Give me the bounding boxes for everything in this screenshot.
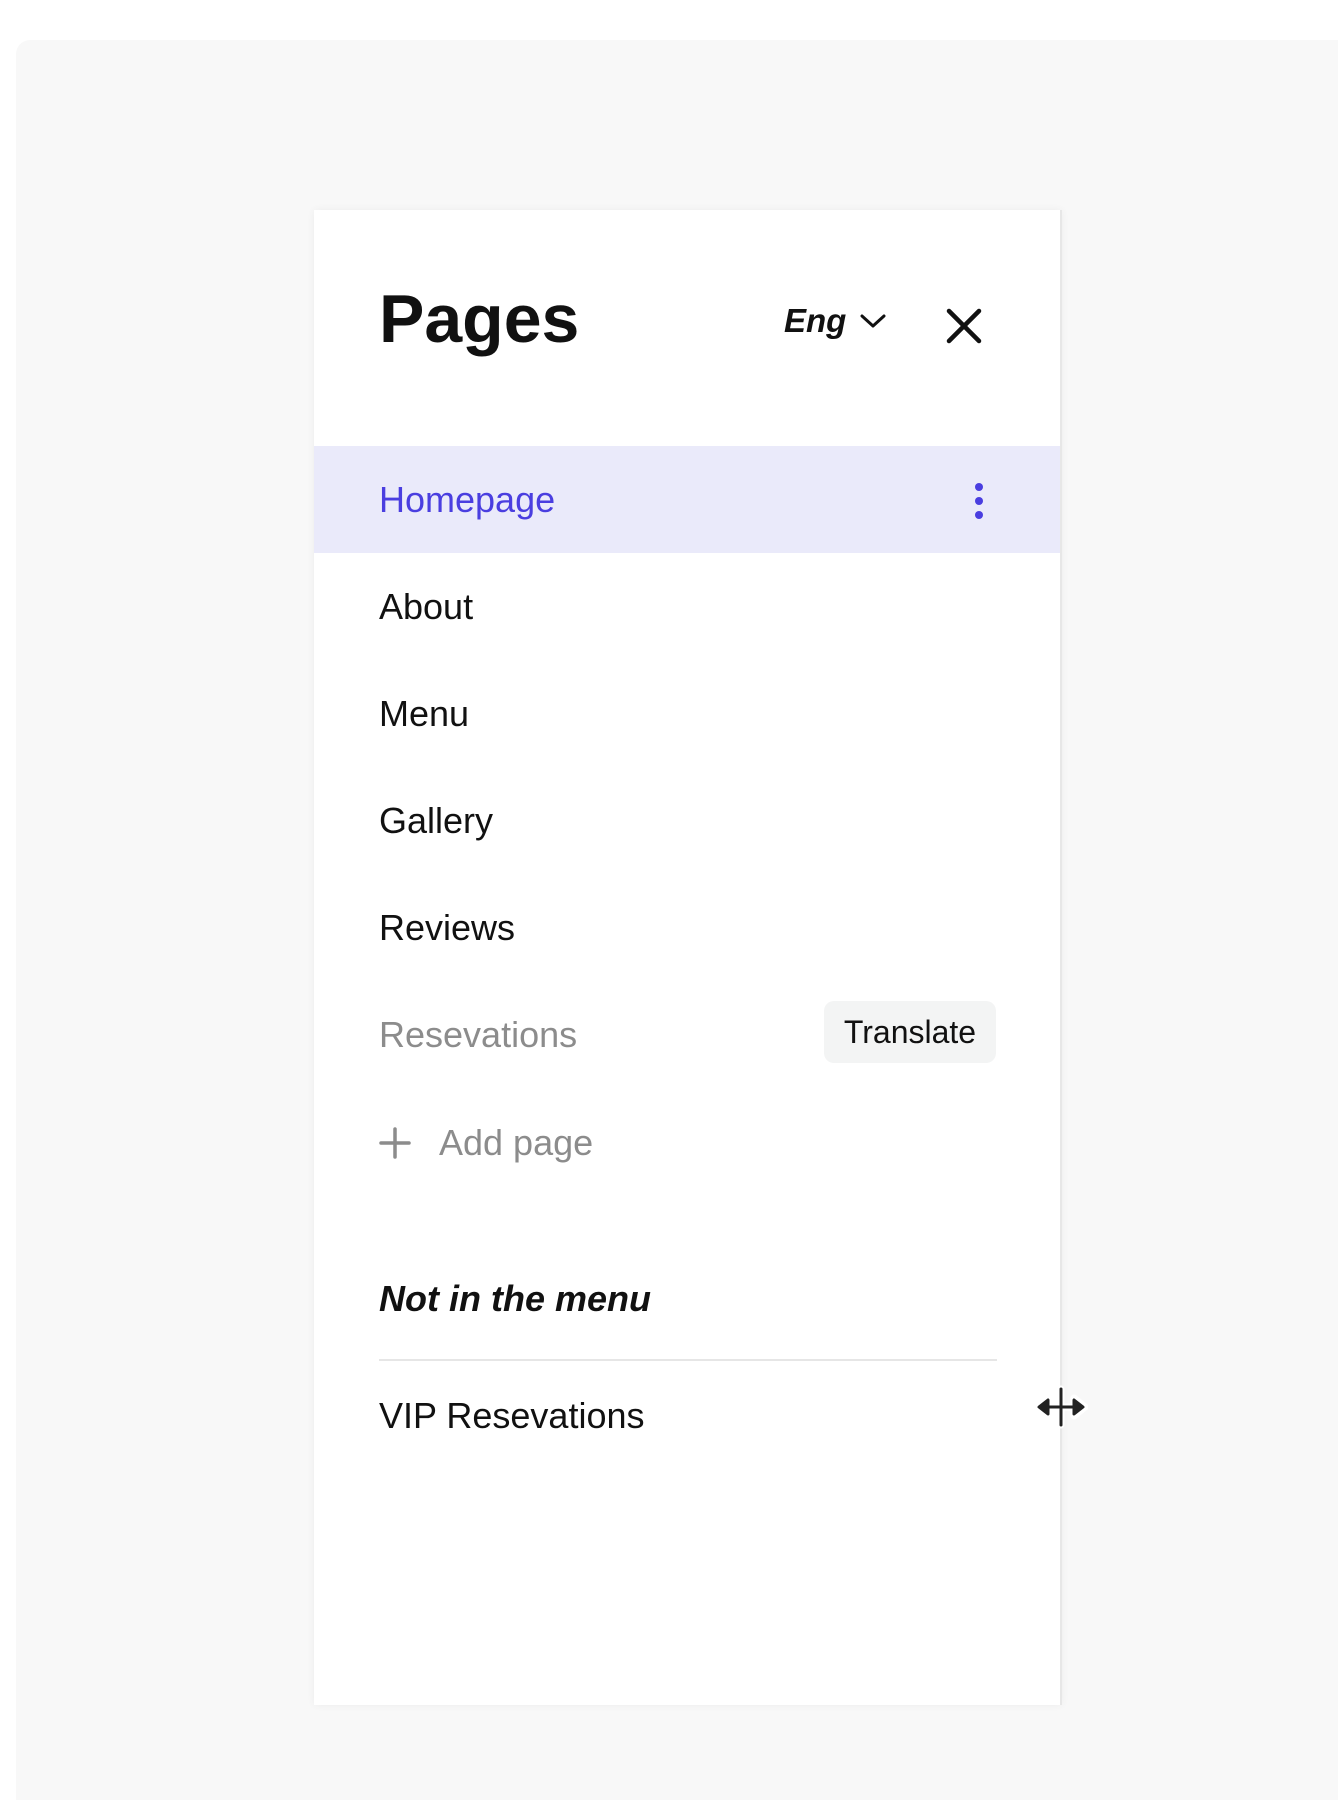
page-item-homepage[interactable]: Homepage (314, 446, 1060, 553)
add-page-button[interactable]: Add page (379, 1113, 593, 1173)
page-item-menu[interactable]: Menu (314, 660, 1060, 767)
panel-title: Pages (379, 281, 580, 357)
chevron-down-icon (860, 314, 886, 328)
language-selector[interactable]: Eng (784, 302, 886, 340)
resize-horizontal-cursor-icon (1034, 1385, 1088, 1429)
kebab-icon[interactable] (974, 483, 984, 519)
page-item-label: Reviews (379, 906, 516, 948)
translate-button[interactable]: Translate (824, 1001, 996, 1063)
not-in-menu-heading: Not in the menu (379, 1278, 651, 1319)
pages-panel: Pages Eng Homepage About Menu Gallery Re… (314, 210, 1062, 1705)
close-icon[interactable] (944, 306, 984, 346)
page-item-label: About (379, 585, 474, 627)
page-item-label: Homepage (379, 478, 556, 520)
section-divider (379, 1359, 997, 1361)
page-item-label: Resevations (379, 1013, 578, 1055)
page-item-reviews[interactable]: Reviews (314, 874, 1060, 981)
page-item-about[interactable]: About (314, 553, 1060, 660)
language-label: Eng (784, 302, 847, 339)
page-item-gallery[interactable]: Gallery (314, 767, 1060, 874)
page-item-label: Gallery (379, 799, 494, 841)
page-item-label: Menu (379, 692, 470, 734)
add-page-label: Add page (439, 1122, 594, 1163)
page-item-vip-resevations[interactable]: VIP Resevations (379, 1395, 644, 1437)
plus-icon (379, 1127, 411, 1159)
